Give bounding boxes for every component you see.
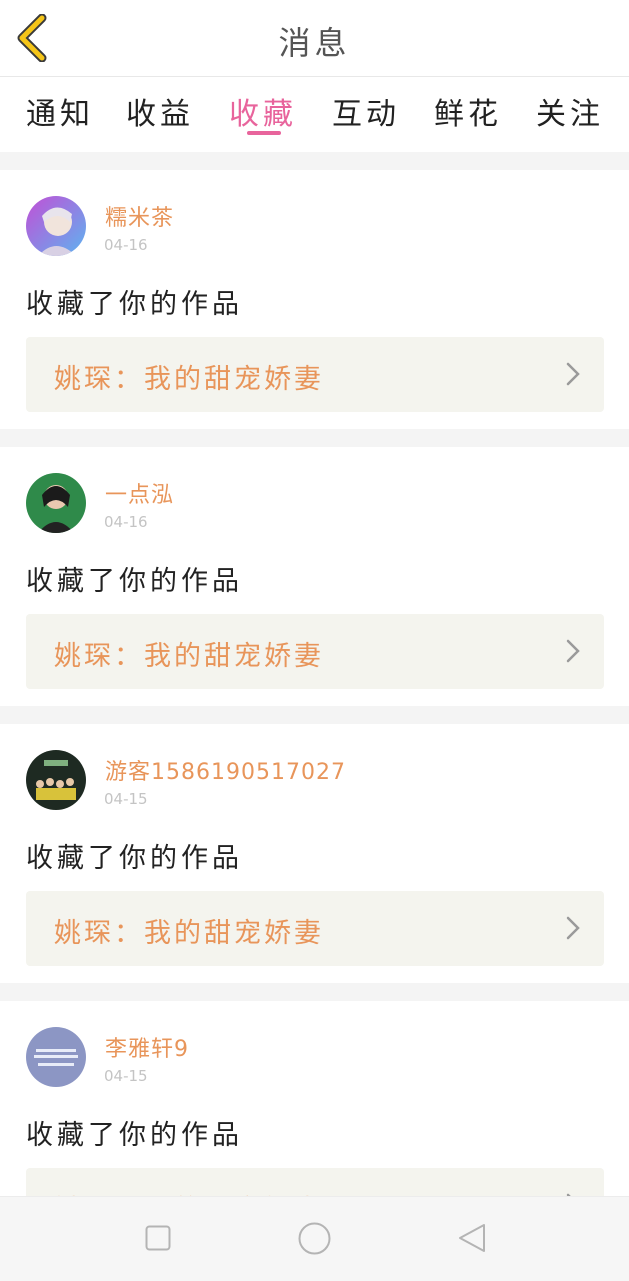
home-icon[interactable] — [298, 1222, 331, 1255]
work-link[interactable]: 姚琛：我的甜宠娇妻 — [26, 614, 604, 689]
recent-apps-icon[interactable] — [145, 1225, 171, 1251]
tab-bar: 通知 收益 收藏 互动 鲜花 关注 — [0, 77, 629, 152]
header-bar: 消息 — [0, 0, 629, 77]
tab-notifications[interactable]: 通知 — [10, 89, 110, 133]
action-text: 收藏了你的作品 — [26, 1120, 243, 1151]
username[interactable]: 游客15861905​17027 — [105, 754, 346, 786]
action-text: 收藏了你的作品 — [26, 289, 243, 320]
chevron-right-icon — [566, 639, 580, 663]
message-date: 04-16 — [104, 236, 148, 254]
active-tab-indicator — [247, 131, 281, 135]
username[interactable]: 一点泓 — [105, 477, 174, 509]
username[interactable]: 李雅轩9 — [105, 1031, 189, 1063]
avatar[interactable] — [26, 196, 86, 256]
tab-interactions[interactable]: 互动 — [316, 89, 416, 133]
action-text: 收藏了你的作品 — [26, 566, 243, 597]
work-title: 姚琛：我的甜宠娇妻 — [54, 364, 324, 395]
page-title: 消息 — [278, 24, 351, 62]
chevron-right-icon — [566, 916, 580, 940]
action-text: 收藏了你的作品 — [26, 843, 243, 874]
work-link[interactable]: 姚琛：我的甜宠娇妻 — [26, 891, 604, 966]
tab-flowers[interactable]: 鲜花 — [418, 89, 518, 133]
system-nav-bar — [0, 1196, 629, 1281]
avatar[interactable] — [26, 1027, 86, 1087]
message-date: 04-15 — [104, 790, 148, 808]
tab-earnings[interactable]: 收益 — [110, 89, 210, 133]
message-list: 糯米茶 04-16 收藏了你的作品 姚琛：我的甜宠娇妻 一点泓 04-16 收藏… — [0, 170, 629, 1278]
avatar[interactable] — [26, 750, 86, 810]
tab-favorites[interactable]: 收藏 — [213, 89, 313, 133]
message-card: 一点泓 04-16 收藏了你的作品 姚琛：我的甜宠娇妻 — [0, 447, 629, 706]
work-title: 姚琛：我的甜宠娇妻 — [54, 918, 324, 949]
message-date: 04-16 — [104, 513, 148, 531]
avatar[interactable] — [26, 473, 86, 533]
back-icon[interactable] — [458, 1223, 486, 1253]
username[interactable]: 糯米茶 — [105, 200, 174, 232]
chevron-right-icon — [566, 362, 580, 386]
work-title: 姚琛：我的甜宠娇妻 — [54, 641, 324, 672]
tab-following[interactable]: 关注 — [520, 89, 620, 133]
work-link[interactable]: 姚琛：我的甜宠娇妻 — [26, 337, 604, 412]
message-card: 糯米茶 04-16 收藏了你的作品 姚琛：我的甜宠娇妻 — [0, 170, 629, 429]
message-card: 游客15861905​17027 04-15 收藏了你的作品 姚琛：我的甜宠娇妻 — [0, 724, 629, 983]
message-date: 04-15 — [104, 1067, 148, 1085]
